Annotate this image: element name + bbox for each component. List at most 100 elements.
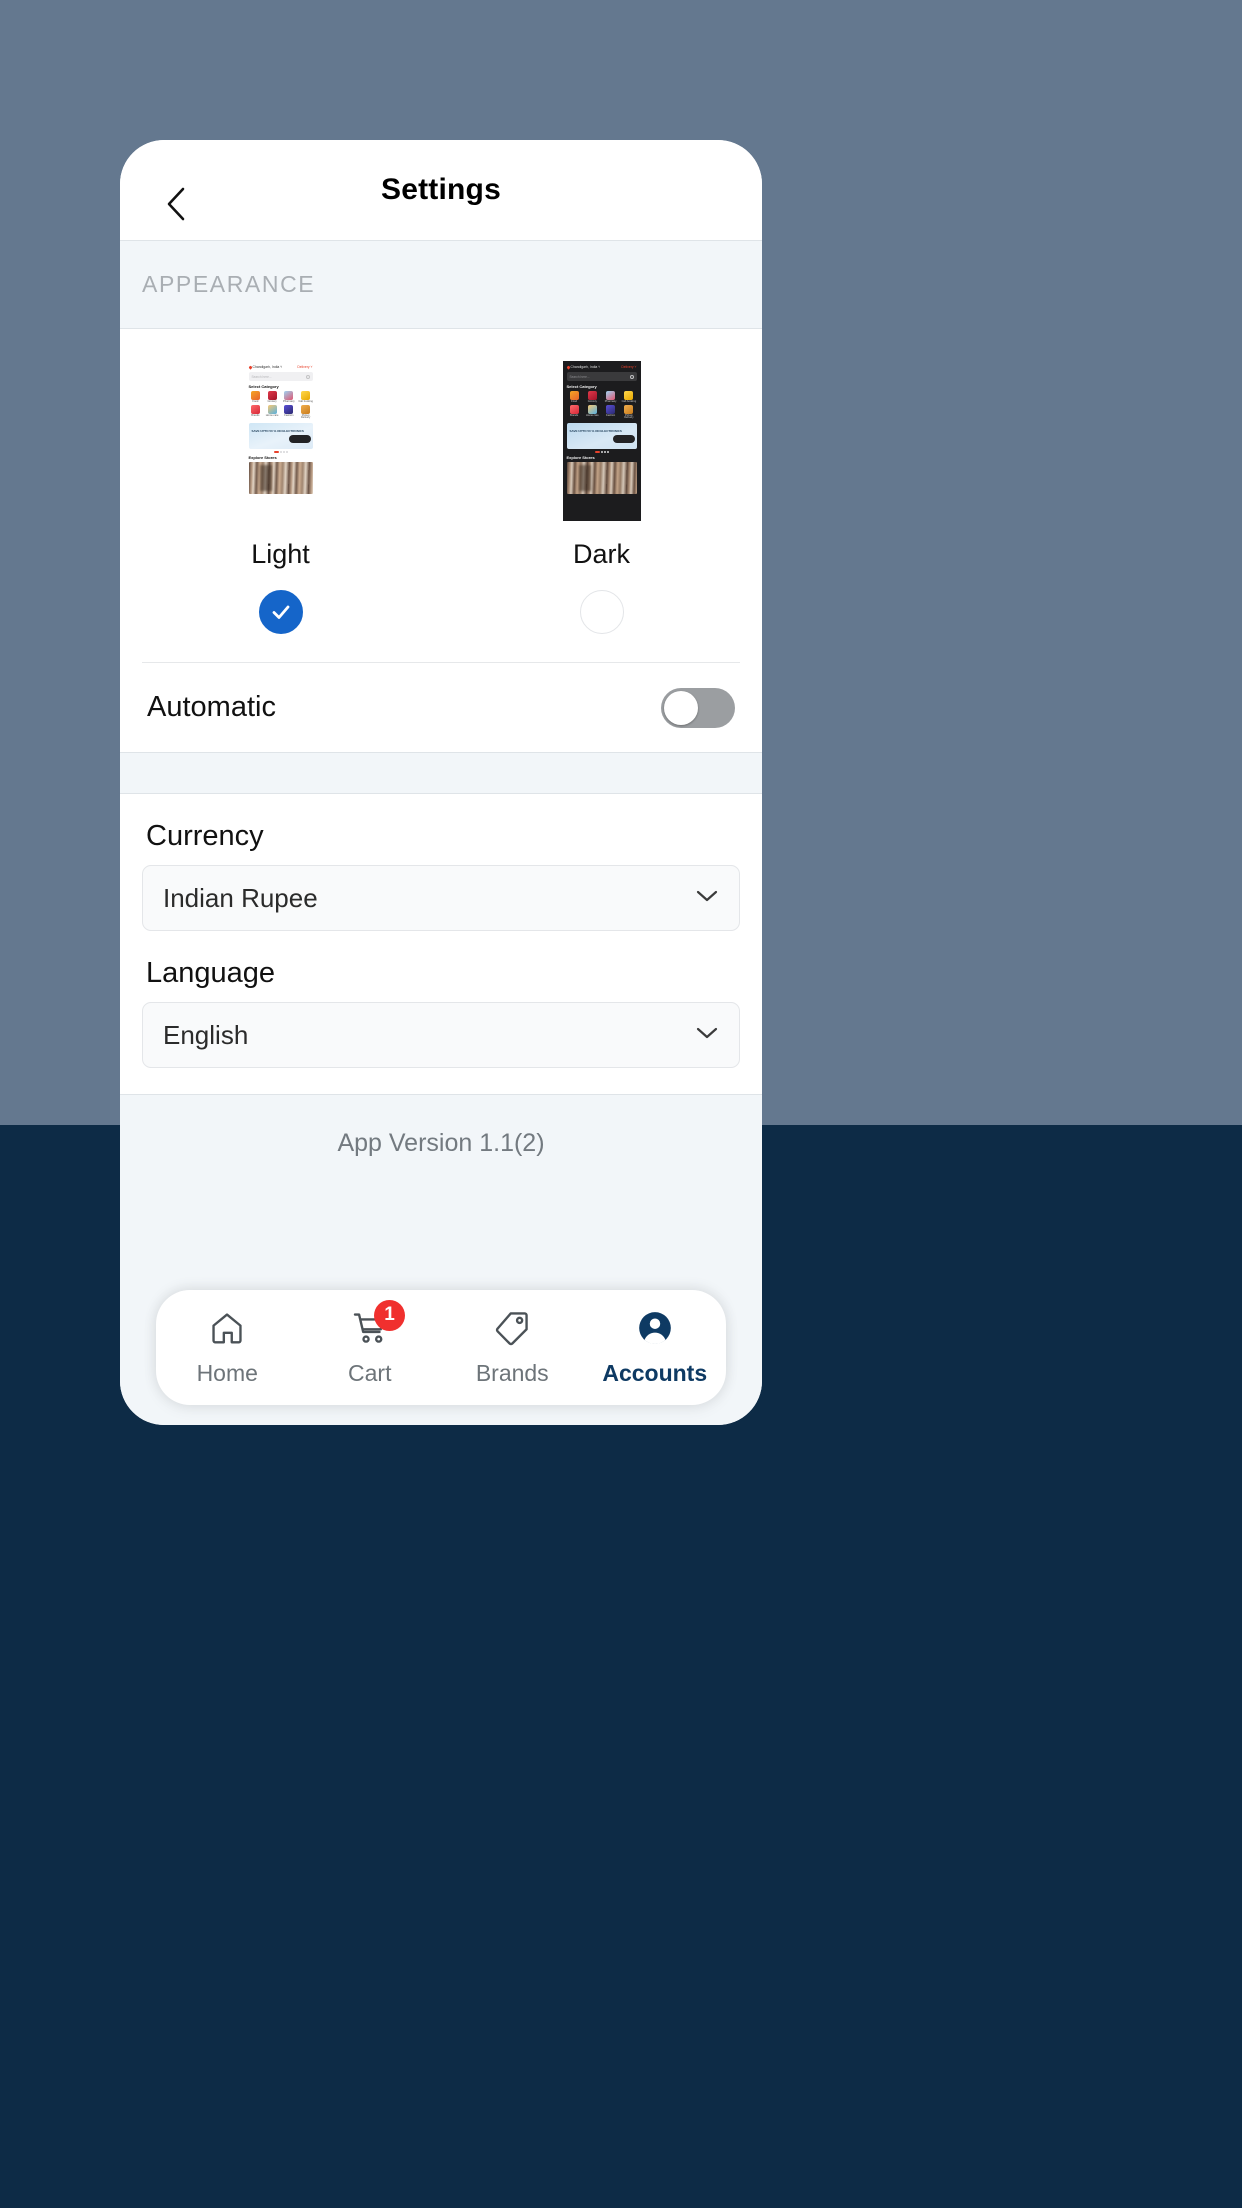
preview-search-bar: Search here... [566, 372, 637, 381]
nav-label-cart: Cart [348, 1359, 392, 1386]
language-select[interactable]: English [142, 1002, 740, 1068]
fashion-icon [284, 404, 294, 414]
preview-banner-text: SAVE UPTO 50 % ON ELECTRONICS [569, 429, 622, 434]
automatic-toggle[interactable] [661, 687, 735, 728]
speaker-image [612, 435, 635, 444]
currency-label: Currency [146, 820, 264, 852]
search-icon [629, 374, 634, 379]
check-icon [272, 605, 289, 619]
preview-category-item: Cab booking [298, 391, 314, 404]
food-icon [569, 391, 579, 400]
language-label: Language [146, 957, 276, 989]
theme-option-light[interactable]: Chandigarh, India ˅ Delivery ˅ Search he… [120, 361, 441, 652]
brands-icon [569, 404, 579, 414]
preview-category-item: Pharmacy [281, 391, 297, 404]
cab-booking-icon [624, 391, 634, 400]
light-theme-preview[interactable]: Chandigarh, India ˅ Delivery ˅ Search he… [244, 361, 317, 521]
speaker-image [288, 435, 311, 444]
app-header: Settings [120, 140, 762, 240]
preview-category-item: Pickup Delivery [298, 404, 314, 420]
caret: ˅ [280, 365, 283, 369]
radio-row [579, 590, 624, 634]
person-icon [636, 1309, 674, 1352]
preview-delivery: Delivery [297, 365, 310, 369]
section-divider-band [120, 752, 762, 794]
phone-frame: Settings APPEARANCE Chandigarh, India ˅ … [120, 140, 762, 1425]
dark-theme-preview[interactable]: Chandigarh, India ˅ Delivery ˅ Search he… [562, 361, 641, 521]
preview-category-grid: Food Grocery Pharmacy Cab booking Brands… [248, 391, 314, 420]
caret: ˅ [598, 365, 601, 369]
preview-category-item: Pickup Delivery [620, 404, 637, 420]
preview-category-item: Fashion [281, 404, 297, 420]
radio-dark-unselected[interactable] [579, 590, 624, 634]
preview-store-photo [248, 461, 313, 494]
appearance-label: APPEARANCE [142, 271, 316, 297]
currency-select[interactable]: Indian Rupee [142, 865, 740, 931]
preview-category-item: Pharmacy [602, 391, 619, 404]
currency-value: Indian Rupee [163, 882, 318, 913]
theme-label-dark: Dark [572, 539, 630, 569]
automatic-row: Automatic [142, 662, 740, 752]
chevron-down-icon [695, 1026, 719, 1045]
pickup-delivery-icon [301, 404, 311, 414]
home-care-icon [267, 404, 277, 414]
back-button[interactable] [156, 184, 196, 224]
preview-search-placeholder: Search here... [251, 374, 272, 379]
preview-promo-banner: SAVE UPTO 50 % ON ELECTRONICS [566, 423, 637, 450]
search-icon [305, 374, 310, 379]
theme-chooser: Chandigarh, India ˅ Delivery ˅ Search he… [120, 329, 762, 662]
preview-carousel-dots [245, 451, 317, 453]
app-version-text: App Version 1.1(2) [337, 1129, 545, 1157]
theme-option-dark[interactable]: Chandigarh, India ˅ Delivery ˅ Search he… [441, 361, 762, 652]
preview-category-item: Cab booking [620, 391, 637, 404]
preview-search-placeholder: Search here... [569, 374, 590, 379]
radio-row [258, 590, 303, 634]
home-care-icon [587, 404, 597, 414]
pickup-delivery-icon [624, 404, 634, 414]
brands-icon [250, 404, 260, 414]
preview-screen-light: Chandigarh, India ˅ Delivery ˅ Search he… [244, 361, 317, 521]
preview-category-item: Grocery [584, 391, 601, 404]
fashion-icon [606, 404, 616, 414]
language-value: English [163, 1019, 249, 1050]
preview-category-heading: Select Category [566, 384, 597, 389]
theme-label-light: Light [251, 539, 310, 569]
location-pin-icon [247, 364, 253, 370]
nav-item-brands[interactable]: Brands [441, 1309, 584, 1387]
preview-screen-dark: Chandigarh, India ˅ Delivery ˅ Search he… [562, 361, 641, 521]
radio-light-selected[interactable] [258, 590, 303, 634]
grocery-icon [267, 391, 277, 400]
preview-carousel-dots [563, 451, 641, 453]
pharmacy-icon [606, 391, 616, 400]
food-icon [250, 391, 260, 400]
pharmacy-icon [284, 391, 294, 400]
preview-category-item: Home care [584, 404, 601, 420]
bottom-navigation: Home 1 Cart Brands Accounts [156, 1290, 726, 1405]
home-icon [208, 1309, 246, 1352]
page-title: Settings [381, 173, 501, 206]
preview-search-bar: Search here... [248, 372, 313, 381]
cab-booking-icon [301, 391, 311, 400]
preview-category-grid: Food Grocery Pharmacy Cab booking Brands… [566, 391, 638, 420]
appearance-section-header: APPEARANCE [120, 240, 762, 329]
nav-item-accounts[interactable]: Accounts [584, 1309, 727, 1387]
preview-category-item: Brands [248, 404, 264, 420]
nav-item-cart[interactable]: 1 Cart [299, 1299, 442, 1387]
nav-label-brands: Brands [475, 1359, 549, 1386]
preview-location: Chandigarh, India [252, 365, 280, 369]
tag-icon [493, 1309, 531, 1352]
preview-category-item: Food [248, 391, 264, 404]
preview-banner-text: SAVE UPTO 50 % ON ELECTRONICS [251, 429, 304, 434]
automatic-section: Automatic [120, 662, 762, 752]
nav-item-home[interactable]: Home [156, 1309, 299, 1387]
preview-category-item: Brands [566, 404, 583, 420]
preview-location: Chandigarh, India [570, 365, 598, 369]
location-pin-icon [565, 364, 571, 370]
preview-store-photo [566, 461, 637, 494]
caret: ˅ [310, 365, 313, 369]
chevron-left-icon [165, 186, 187, 222]
preview-category-item: Home care [264, 404, 280, 420]
preview-category-item: Fashion [602, 404, 619, 420]
preview-category-item: Food [566, 391, 583, 404]
chevron-down-icon [695, 889, 719, 908]
